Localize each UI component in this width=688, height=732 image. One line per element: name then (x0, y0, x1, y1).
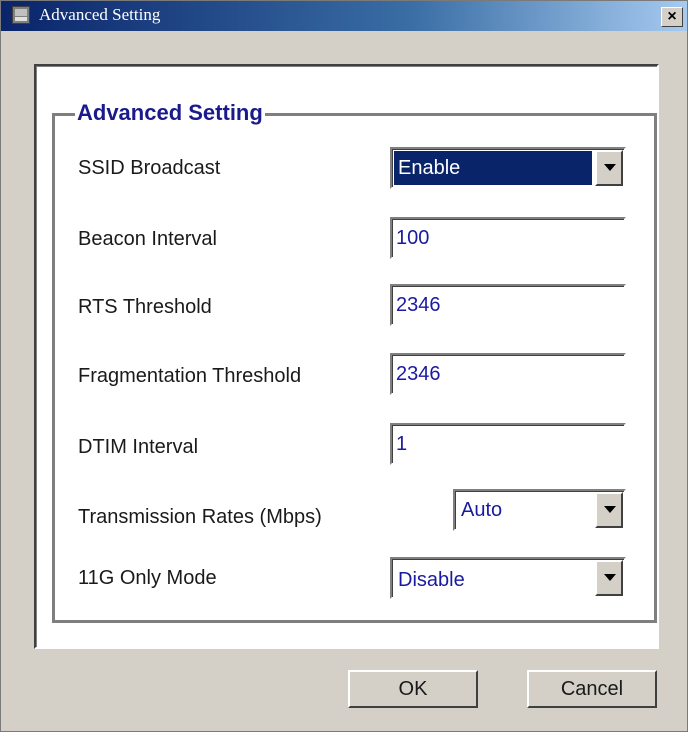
ssid-broadcast-label: SSID Broadcast (78, 157, 221, 179)
app-icon (12, 6, 30, 24)
chevron-down-icon[interactable] (595, 560, 623, 596)
chevron-down-icon[interactable] (595, 150, 623, 186)
g-only-mode-value: Disable (398, 569, 465, 591)
ok-button[interactable]: OK (348, 670, 478, 708)
beacon-interval-label: Beacon Interval (78, 228, 217, 250)
close-button[interactable]: × (661, 7, 683, 27)
dtim-interval-value: 1 (396, 433, 408, 455)
dtim-interval-label: DTIM Interval (78, 436, 199, 458)
beacon-interval-input[interactable]: 100 (390, 217, 626, 259)
rts-threshold-value: 2346 (396, 294, 441, 316)
dtim-interval-input[interactable]: 1 (390, 423, 626, 465)
advanced-setting-dialog: Advanced Setting × Advanced Setting SSID… (0, 0, 688, 732)
group-legend: Advanced Setting (75, 100, 265, 126)
transmission-rates-selected: Auto (457, 493, 592, 527)
transmission-rates-select[interactable]: Auto (453, 489, 626, 531)
ssid-broadcast-value: Enable (398, 157, 461, 179)
g-only-mode-selected: Disable (394, 561, 592, 595)
transmission-rates-label: Transmission Rates (Mbps) (78, 506, 322, 528)
transmission-rates-value: Auto (461, 499, 503, 521)
cancel-button[interactable]: Cancel (527, 670, 657, 708)
rts-threshold-input[interactable]: 2346 (390, 284, 626, 326)
title-bar: Advanced Setting × (1, 1, 687, 31)
chevron-down-icon[interactable] (595, 492, 623, 528)
g-only-mode-select[interactable]: Disable (390, 557, 626, 599)
g-only-mode-label: 11G Only Mode (78, 567, 217, 589)
ssid-broadcast-select[interactable]: Enable (390, 147, 626, 189)
window-title: Advanced Setting (39, 5, 161, 24)
fragmentation-threshold-value: 2346 (396, 363, 441, 385)
rts-threshold-label: RTS Threshold (78, 296, 212, 318)
ssid-broadcast-selected: Enable (394, 151, 592, 185)
fragmentation-threshold-input[interactable]: 2346 (390, 353, 626, 395)
fragmentation-threshold-label: Fragmentation Threshold (78, 365, 302, 387)
beacon-interval-value: 100 (396, 227, 430, 249)
